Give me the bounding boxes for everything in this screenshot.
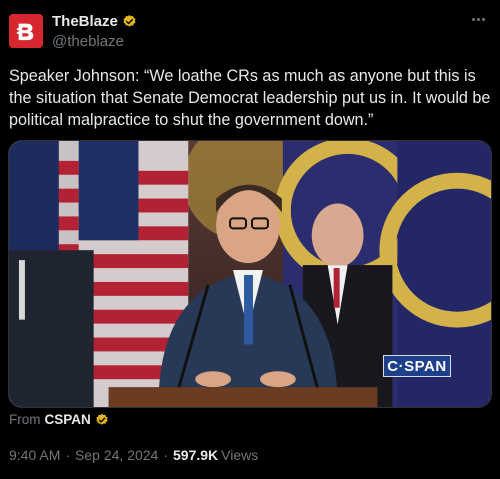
tweet-time[interactable]: 9:40 AM [9,447,60,463]
verified-badge-icon [123,14,136,27]
tweet-date[interactable]: Sep 24, 2024 [75,447,158,463]
tweet-meta: 9:40 AM · Sep 24, 2024 · 597.9K Views [9,447,258,463]
views-label: Views [221,447,259,463]
cspan-watermark: C·SPAN [383,355,451,377]
meta-separator: · [65,447,71,463]
views-count[interactable]: 597.9K [173,447,218,463]
avatar[interactable] [9,14,43,48]
meta-separator: · [163,447,169,463]
source-prefix: From [9,412,41,427]
author-name-row[interactable]: TheBlaze [52,13,137,30]
tweet-media[interactable]: C·SPAN [8,140,492,408]
author-display-name[interactable]: TheBlaze [52,13,118,30]
source-name[interactable]: CSPAN [45,412,91,427]
source-attribution: From CSPAN [9,412,109,427]
more-options-icon[interactable] [468,12,488,26]
tweet-text: Speaker Johnson: “We loathe CRs as much … [9,67,491,129]
theblaze-logo-icon [16,23,34,41]
verified-badge-icon [96,413,108,425]
author-handle[interactable]: @theblaze [52,33,124,50]
